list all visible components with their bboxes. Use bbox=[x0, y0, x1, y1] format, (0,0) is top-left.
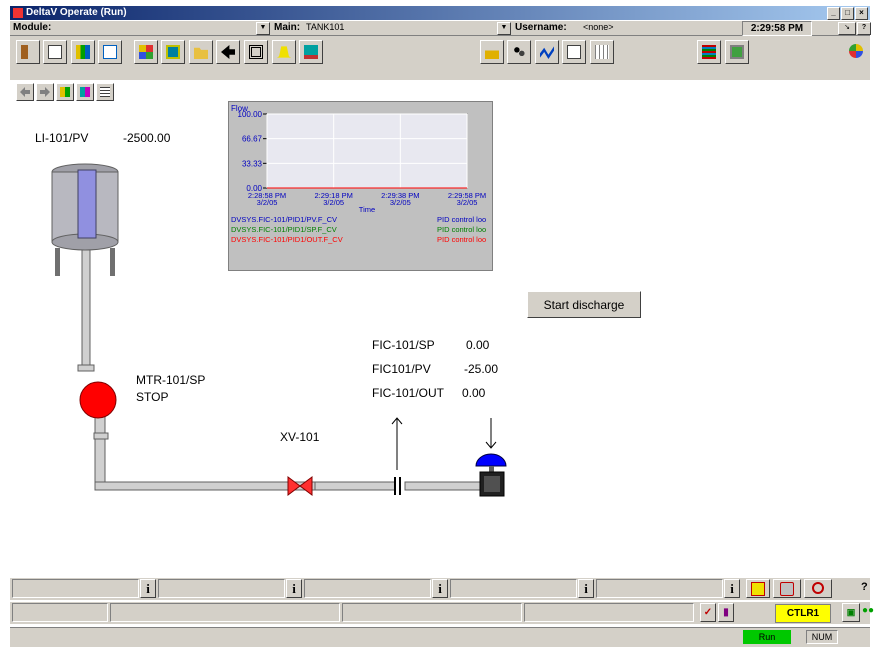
motor-tag-label: MTR-101/SP bbox=[136, 373, 206, 387]
x-tick-date: 3/2/05 bbox=[457, 198, 478, 207]
alarm-info-button-5[interactable]: i bbox=[724, 579, 740, 598]
controller-status[interactable]: CTLR1 bbox=[775, 604, 831, 623]
process-graphic bbox=[51, 163, 507, 497]
horn-icon bbox=[780, 582, 794, 596]
alarm-slot-4[interactable] bbox=[450, 579, 577, 598]
level-tag-label: LI-101/PV bbox=[35, 131, 89, 145]
alarm-info-button-3[interactable]: i bbox=[432, 579, 448, 598]
fic-sp-label: FIC-101/SP bbox=[372, 338, 435, 352]
valve-tag-label: XV-101 bbox=[280, 430, 320, 444]
motor-pump[interactable] bbox=[79, 381, 117, 419]
alarm-info-button-2[interactable]: i bbox=[286, 579, 302, 598]
check-icon: ✓ bbox=[703, 607, 713, 618]
trend-chart-svg: 100.0066.6733.330.00Flow2:28:58 PM3/2/05… bbox=[231, 104, 486, 244]
network-icon: ▣ bbox=[846, 607, 856, 617]
y-tick-label: 66.67 bbox=[242, 135, 263, 144]
legend-series-name: DVSYS.FIC-101/PID1/PV.F_CV bbox=[231, 215, 337, 224]
status-cell-2 bbox=[110, 603, 340, 622]
trend-chart[interactable]: 100.00 66.67 33.33 0.00 Flow 2:28:58 PM 3/2/05… bbox=[228, 101, 493, 271]
fic-sp-value[interactable]: 0.00 bbox=[466, 338, 489, 352]
status-help-button[interactable]: ? bbox=[861, 581, 868, 593]
x-tick-date: 3/2/05 bbox=[390, 198, 411, 207]
x-tick-date: 3/2/05 bbox=[257, 198, 278, 207]
fic-pv-value[interactable]: -25.00 bbox=[464, 362, 498, 376]
flow-orifice bbox=[394, 477, 396, 495]
status-row: ✓ ▮ ▣ ●● bbox=[10, 602, 874, 624]
alarm-slot-2[interactable] bbox=[158, 579, 285, 598]
legend-series-name: DVSYS.FIC-101/PID1/SP.F_CV bbox=[231, 225, 337, 234]
status-cell-1 bbox=[12, 603, 108, 622]
fic-out-label: FIC-101/OUT bbox=[372, 386, 445, 400]
horn-button[interactable] bbox=[773, 579, 801, 598]
bottom-status-bar bbox=[10, 627, 870, 647]
legend-series-desc: PID control loo bbox=[437, 235, 486, 244]
bell-off-icon bbox=[751, 582, 765, 596]
silence-horn-button[interactable] bbox=[746, 579, 770, 598]
valve-xv101[interactable] bbox=[287, 476, 313, 496]
level-value[interactable]: -2500.00 bbox=[123, 131, 170, 145]
alarm-slot-5[interactable] bbox=[596, 579, 723, 598]
comm-status-icon: ●● bbox=[862, 605, 875, 616]
fic-pv-label: FIC101/PV bbox=[372, 362, 431, 376]
x-tick-date: 3/2/05 bbox=[323, 198, 344, 207]
motor-state[interactable]: STOP bbox=[136, 390, 168, 404]
fic-out-value[interactable]: 0.00 bbox=[462, 386, 485, 400]
y-tick-label: 33.33 bbox=[242, 159, 263, 168]
status-cell-3 bbox=[342, 603, 522, 622]
legend-series-desc: PID control loo bbox=[437, 225, 486, 234]
legend-series-name: DVSYS.FIC-101/PID1/OUT.F_CV bbox=[231, 235, 343, 244]
legend-series-desc: PID control loo bbox=[437, 215, 486, 224]
alarm-banner: i i i i i ? bbox=[10, 578, 870, 600]
alarm-info-button-4[interactable]: i bbox=[578, 579, 594, 598]
check-button[interactable]: ✓ bbox=[700, 603, 716, 622]
bars-button[interactable]: ▮ bbox=[718, 603, 734, 622]
status-cell-4 bbox=[524, 603, 694, 622]
control-valve-actuator[interactable] bbox=[475, 453, 507, 497]
run-indicator: Run bbox=[743, 630, 791, 644]
plot-area bbox=[266, 113, 468, 189]
start-discharge-button[interactable]: Start discharge bbox=[527, 291, 641, 318]
bars-icon: ▮ bbox=[723, 607, 729, 618]
alarm-disable-button[interactable] bbox=[804, 579, 832, 598]
alarm-info-button-1[interactable]: i bbox=[140, 579, 156, 598]
num-lock-indicator: NUM bbox=[806, 630, 838, 644]
alarm-slot-3[interactable] bbox=[304, 579, 431, 598]
y-axis-label: Flow bbox=[231, 104, 248, 113]
alarm-slot-1[interactable] bbox=[12, 579, 139, 598]
no-alarm-icon bbox=[812, 582, 824, 594]
network-button[interactable]: ▣ bbox=[842, 603, 860, 622]
x-axis-label: Time bbox=[359, 205, 375, 214]
